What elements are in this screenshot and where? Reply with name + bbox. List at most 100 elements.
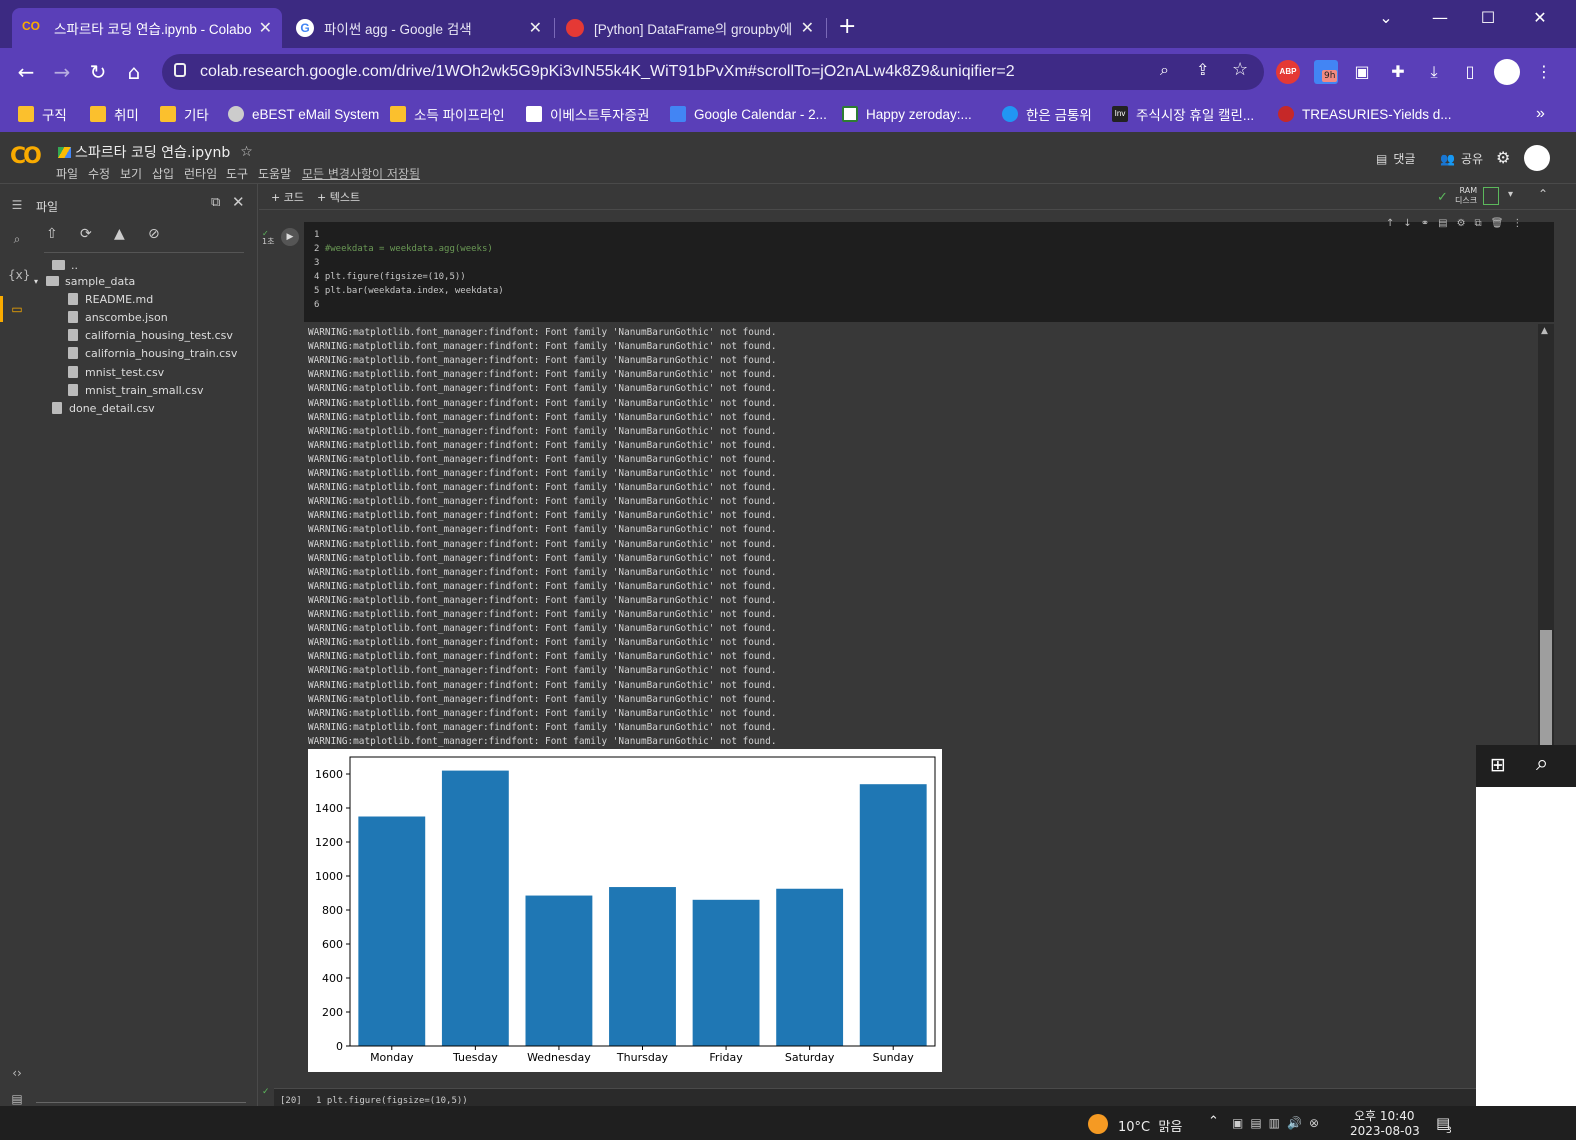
browser-menu-icon[interactable]: ⋮: [1532, 60, 1556, 84]
code-cell-editor[interactable]: 1 2 #weekdata = weekdata.agg(weeks) 3 4 …: [304, 218, 1554, 322]
bookmark-ebest-email[interactable]: eBEST eMail System: [228, 96, 379, 132]
search-icon[interactable]: ⌕: [1536, 751, 1548, 776]
code-snippets-icon[interactable]: ‹›: [8, 1066, 26, 1084]
home-icon[interactable]: ⌂: [120, 58, 148, 86]
menu-insert[interactable]: 삽입: [152, 165, 174, 182]
runtime-dropdown-icon[interactable]: ▾: [1508, 189, 1513, 200]
resource-labels[interactable]: RAM 디스크: [1455, 186, 1477, 206]
files-folder-icon[interactable]: ▭: [8, 302, 26, 320]
tab-search-button[interactable]: ⌄: [1366, 6, 1406, 30]
address-bar[interactable]: colab.research.google.com/drive/1WOh2wk5…: [162, 54, 1264, 90]
bookmark-google-calendar[interactable]: Google Calendar - 2...: [670, 96, 827, 132]
chevron-down-icon[interactable]: ▾: [34, 277, 38, 286]
search-icon[interactable]: ⌕: [8, 232, 26, 250]
menu-runtime[interactable]: 런타임: [184, 165, 217, 182]
add-text-button[interactable]: + 텍스트: [317, 189, 360, 205]
zoom-search-icon[interactable]: ⌕: [1160, 60, 1169, 80]
collapse-header-icon[interactable]: ⌃: [1538, 187, 1548, 201]
tray-chevron-icon[interactable]: ⌃: [1208, 1114, 1219, 1129]
upload-file-icon[interactable]: ⇧: [46, 226, 58, 242]
add-code-button[interactable]: + 코드: [271, 189, 304, 205]
scroll-thumb[interactable]: [1540, 630, 1552, 748]
forward-arrow-icon[interactable]: →: [48, 58, 76, 86]
warning-line: WARNING:matplotlib.font_manager:findfont…: [308, 693, 777, 705]
mount-drive-icon[interactable]: ▲: [114, 226, 125, 242]
bookmarks-overflow-button[interactable]: »: [1536, 96, 1545, 132]
bookmark-ebest-securities[interactable]: 이베스트투자증권: [526, 96, 649, 132]
profile-avatar[interactable]: [1494, 59, 1520, 85]
account-avatar[interactable]: [1524, 145, 1550, 171]
settings-gear-icon[interactable]: ⚙: [1496, 148, 1510, 167]
share-icon[interactable]: ⇪: [1196, 60, 1209, 79]
bookmark-income-pipeline[interactable]: 소득 파이프라인: [390, 96, 505, 132]
close-tab-icon[interactable]: ✕: [259, 18, 272, 38]
close-tab-icon[interactable]: ✕: [529, 18, 542, 38]
file-item[interactable]: anscombe.json: [68, 308, 168, 326]
weather-sun-icon[interactable]: [1088, 1114, 1108, 1134]
file-item[interactable]: mnist_train_small.csv: [68, 381, 203, 399]
file-item[interactable]: california_housing_train.csv: [68, 344, 237, 362]
file-item[interactable]: README.md: [68, 290, 153, 308]
menu-file[interactable]: 파일: [56, 165, 78, 182]
bookmark-star-icon[interactable]: ☆: [1232, 59, 1248, 80]
windows-logo-icon[interactable]: ⊞: [1490, 755, 1510, 775]
folder-icon: [390, 106, 406, 122]
bookmark-folder-hobby[interactable]: 취미: [90, 96, 139, 132]
y-tick-label: 400: [322, 972, 343, 985]
menu-tools[interactable]: 도구: [226, 165, 248, 182]
menu-edit[interactable]: 수정: [88, 165, 110, 182]
scroll-up-icon[interactable]: ▲: [1541, 326, 1548, 336]
comment-label: 댓글: [1393, 152, 1416, 166]
hide-files-icon[interactable]: ⊘: [148, 226, 160, 242]
variables-icon[interactable]: {x}: [8, 268, 30, 286]
clock-date[interactable]: 2023-08-03: [1350, 1124, 1420, 1138]
refresh-folder-icon[interactable]: ⟳: [80, 226, 92, 242]
next-code-cell[interactable]: ✓ [20] 1 plt.figure(figsize=(10,5)): [262, 1087, 1476, 1106]
run-cell-button[interactable]: ▶: [281, 228, 299, 246]
maximize-button[interactable]: ☐: [1468, 6, 1508, 30]
screen-capture-icon[interactable]: ▣: [1350, 60, 1374, 84]
tab-python-groupby[interactable]: [Python] DataFrame의 groupby에 ✕: [556, 8, 824, 48]
tab-google-search[interactable]: G 파이썬 agg - Google 검색 ✕: [286, 8, 552, 48]
system-tray-icons[interactable]: ▣▤▥🔊⊗: [1232, 1116, 1326, 1130]
saved-status-link[interactable]: 모든 변경사항이 저장됨: [302, 165, 420, 182]
bookmark-market-holidays[interactable]: Inv 주식시장 휴일 캘린...: [1112, 96, 1254, 132]
resource-meter[interactable]: [1483, 187, 1499, 205]
weather-text[interactable]: 10°C 맑음: [1118, 1116, 1182, 1135]
url-text[interactable]: colab.research.google.com/drive/1WOh2wk5…: [200, 54, 1015, 90]
open-in-tab-icon[interactable]: ⧉: [211, 195, 220, 210]
extensions-puzzle-icon[interactable]: ✚: [1386, 60, 1410, 84]
folder-sample-data[interactable]: ▾ sample_data: [34, 272, 135, 290]
minimize-button[interactable]: —: [1420, 6, 1460, 30]
notebook-title[interactable]: 스파르타 코딩 연습.ipynb: [75, 142, 230, 162]
tab-colab[interactable]: CO 스파르타 코딩 연습.ipynb - Colabo ✕: [12, 8, 282, 48]
reload-icon[interactable]: ↻: [84, 58, 112, 86]
bookmark-folder-jobs[interactable]: 구직: [18, 96, 67, 132]
download-icon[interactable]: ⤓: [1422, 60, 1446, 84]
bookmark-treasuries[interactable]: TREASURIES-Yields d...: [1278, 96, 1452, 132]
bookmark-happy-zeroday[interactable]: Happy zeroday:...: [842, 96, 972, 132]
menu-help[interactable]: 도움말: [258, 165, 291, 182]
new-tab-button[interactable]: +: [838, 14, 856, 39]
bookmark-folder-etc[interactable]: 기타: [160, 96, 209, 132]
colab-logo-icon[interactable]: CO: [10, 144, 42, 169]
close-tab-icon[interactable]: ✕: [801, 18, 814, 38]
cell-actions-toolbar[interactable]: ↑↓⚭▤⚙⧉🗑⋮: [1386, 218, 1531, 229]
file-item-root[interactable]: done_detail.csv: [52, 399, 155, 417]
close-sidebar-icon[interactable]: ✕: [232, 193, 245, 211]
menu-view[interactable]: 보기: [120, 165, 142, 182]
file-item[interactable]: mnist_test.csv: [68, 363, 164, 381]
comment-button[interactable]: ▤ 댓글: [1376, 150, 1415, 167]
bookmark-bok-committee[interactable]: 한은 금통위: [1002, 96, 1092, 132]
output-scrollbar[interactable]: ▲: [1538, 324, 1554, 748]
back-arrow-icon[interactable]: ←: [12, 58, 40, 86]
clock-time[interactable]: 오후 10:40: [1354, 1107, 1414, 1124]
close-window-button[interactable]: ✕: [1520, 6, 1560, 30]
table-of-contents-icon[interactable]: ☰: [8, 198, 26, 216]
share-button[interactable]: 👥 공유: [1440, 150, 1483, 167]
side-panel-icon[interactable]: ▯: [1458, 60, 1482, 84]
calendar-extension-icon[interactable]: 9h: [1314, 60, 1338, 84]
adblock-icon[interactable]: ABP: [1276, 60, 1300, 84]
star-icon[interactable]: ☆: [240, 144, 253, 160]
file-item[interactable]: california_housing_test.csv: [68, 326, 233, 344]
